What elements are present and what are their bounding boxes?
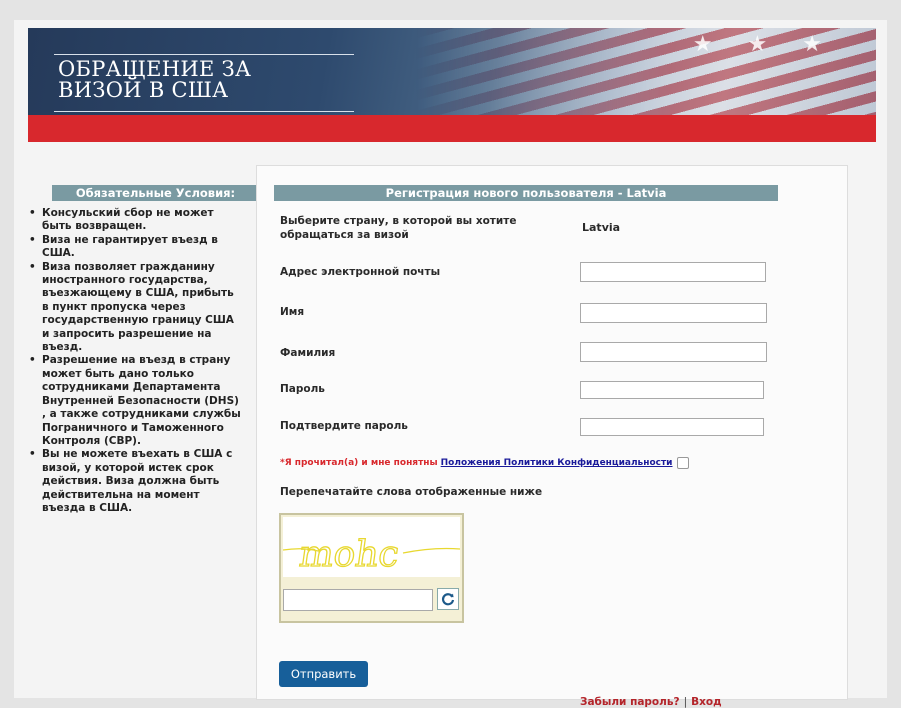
confirm-password-label: Подтвердите пароль [280,420,408,432]
privacy-prefix: *Я прочитал(а) и мне понятны [280,458,438,468]
captcha-word: mohc [297,532,402,575]
captcha-widget: mohc [279,513,464,623]
requirements-sidebar: Обязательные Условия: Консульский сбор н… [28,185,259,515]
privacy-checkbox[interactable] [676,457,689,469]
requirement-item: Вы не можете въехать в США с визой, у ко… [28,448,242,515]
registration-heading: Регистрация нового пользователя - Latvia [274,185,778,201]
title-rule-bottom [54,111,354,112]
email-field[interactable] [580,262,766,282]
flag-stars: ★ ★ ★ [692,32,836,57]
registration-panel: Регистрация нового пользователя - Latvia… [256,165,848,708]
password-label: Пароль [280,383,325,395]
page-container: ★ ★ ★ ОБРАЩЕНИЕ ЗА ВИЗОЙ В США Обязатель… [14,20,887,708]
password-field[interactable] [580,381,764,399]
refresh-icon [442,593,455,606]
requirement-item: Разрешение на въезд в страну может быть … [28,354,242,448]
requirements-list: Консульский сбор не может быть возвращен… [28,207,254,515]
submit-button[interactable]: Отправить [279,661,368,687]
privacy-agreement: *Я прочитал(а) и мне понятны Положения П… [280,457,689,469]
email-label: Адрес электронной почты [280,266,441,278]
first-name-field[interactable] [580,303,767,323]
requirement-item: Виза позволяет гражданину иностранного г… [28,261,242,355]
country-value: Latvia [582,221,621,234]
last-name-field[interactable] [580,342,767,362]
country-label: Выберите страну, в которой вы хотите обр… [280,215,517,241]
red-band [28,115,876,142]
captcha-refresh-button[interactable] [437,588,459,610]
header-banner: ★ ★ ★ ОБРАЩЕНИЕ ЗА ВИЗОЙ В США [28,28,876,115]
captcha-label: Перепечатайте слова отображенные ниже [280,486,543,498]
captcha-image: mohc [282,517,461,577]
requirement-item: Виза не гарантирует въезд в США. [28,234,242,261]
title-rule-top [54,54,354,55]
requirement-item: Консульский сбор не может быть возвращен… [28,207,242,234]
privacy-policy-link[interactable]: Положения Политики Конфиденциальности [441,458,673,468]
last-name-label: Фамилия [280,347,336,359]
site-title: ОБРАЩЕНИЕ ЗА ВИЗОЙ В США [58,59,251,101]
confirm-password-field[interactable] [580,418,764,436]
site-title-line2: ВИЗОЙ В США [58,78,229,102]
requirements-heading: Обязательные Условия: [52,185,259,201]
site-title-line1: ОБРАЩЕНИЕ ЗА [58,57,252,81]
first-name-label: Имя [280,306,305,318]
captcha-input[interactable] [283,589,433,611]
